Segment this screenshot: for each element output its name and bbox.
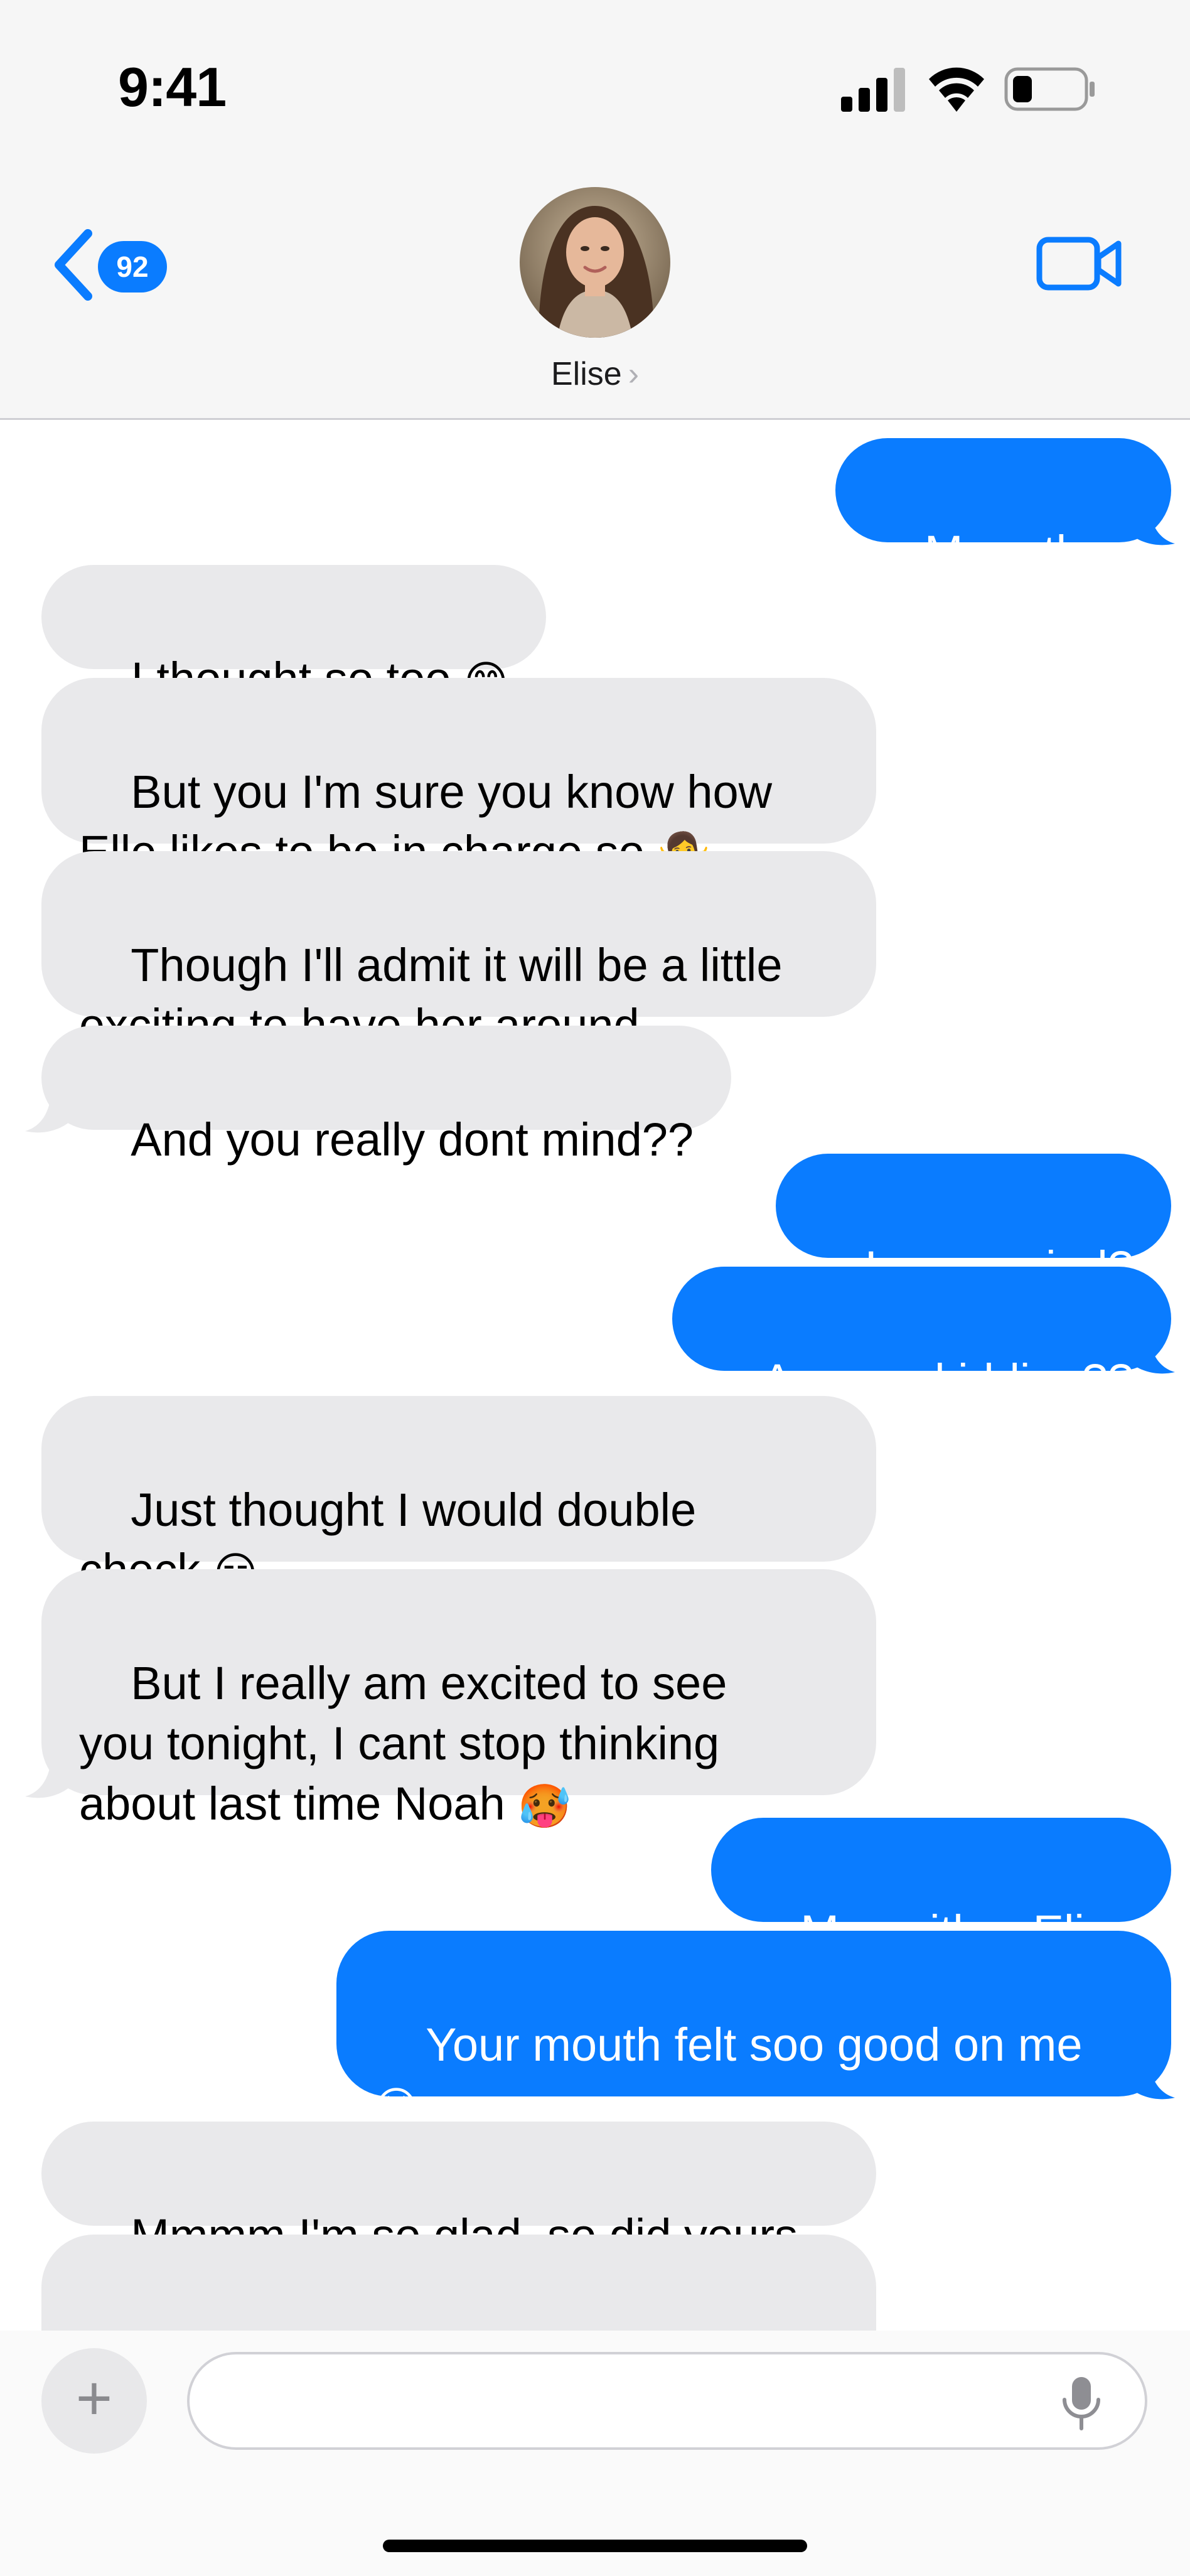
outgoing-message[interactable]: Your mouth felt soo good on me 😫 bbox=[336, 1931, 1171, 2130]
bubble-tail bbox=[25, 1755, 69, 1798]
video-camera-icon[interactable] bbox=[1036, 233, 1123, 294]
back-button[interactable]: 92 bbox=[50, 227, 176, 303]
emoji-hot-face: 🥵 bbox=[518, 1782, 571, 1832]
outgoing-message[interactable]: More than bbox=[835, 438, 1171, 578]
microphone-icon[interactable] bbox=[1059, 2375, 1103, 2432]
incoming-message[interactable]: But I really am excited to see you tonig… bbox=[41, 1569, 876, 1830]
conversation-header: 92 Elise › bbox=[0, 157, 1190, 420]
incoming-message[interactable]: And you really dont mind?? bbox=[41, 1026, 732, 1166]
wifi-icon bbox=[929, 67, 984, 112]
message-input[interactable] bbox=[221, 2373, 1039, 2431]
compose-bar: + bbox=[0, 2331, 1190, 2576]
incoming-message[interactable]: But knowing Elle I think she would feel … bbox=[41, 2235, 876, 2331]
bubble-tail bbox=[1131, 502, 1175, 545]
message-thread[interactable]: More than I thought so too 😊 But you I'm… bbox=[0, 419, 1190, 2331]
status-bar: 9:41 bbox=[0, 0, 1190, 157]
message-text: More than bbox=[924, 526, 1134, 578]
outgoing-message[interactable]: Lmao, mind? bbox=[775, 1154, 1171, 1294]
incoming-message[interactable]: But you I'm sure you know how Elle likes… bbox=[41, 678, 876, 878]
plus-icon: + bbox=[75, 2363, 113, 2434]
incoming-message[interactable]: Mmmm I'm so glad, so did yours bbox=[41, 2122, 876, 2262]
chevron-right-icon: › bbox=[628, 356, 640, 392]
outgoing-message[interactable]: Me neither Elise bbox=[711, 1818, 1171, 1958]
contact-photo bbox=[520, 187, 670, 338]
bubble-tail bbox=[25, 1090, 69, 1133]
incoming-message[interactable]: Just thought I would double check 😏 bbox=[41, 1396, 876, 1596]
status-time: 9:41 bbox=[118, 56, 227, 118]
incoming-message[interactable]: I thought so too 😊 bbox=[41, 565, 546, 705]
outgoing-message[interactable]: Are you kidding?? bbox=[672, 1267, 1171, 1407]
chevron-left-icon bbox=[55, 229, 92, 301]
bubble-tail bbox=[1131, 1331, 1175, 1374]
bubble-tail bbox=[1131, 2056, 1175, 2100]
apps-plus-button[interactable]: + bbox=[41, 2348, 147, 2454]
incoming-message[interactable]: Though I'll admit it will be a little ex… bbox=[41, 851, 876, 1051]
signal-icon bbox=[841, 68, 905, 112]
unread-count-badge: 92 bbox=[98, 241, 167, 292]
message-text: Your mouth felt soo good on me bbox=[426, 2019, 1083, 2071]
contact-avatar[interactable] bbox=[520, 187, 670, 338]
message-text: And you really dont mind?? bbox=[131, 1114, 694, 1166]
message-text: But knowing Elle I think she would feel … bbox=[79, 2322, 701, 2331]
home-indicator bbox=[383, 2540, 807, 2552]
message-text: But I really am excited to see you tonig… bbox=[79, 1657, 727, 1830]
contact-name-button[interactable]: Elise › bbox=[0, 355, 1190, 393]
message-input-container[interactable] bbox=[187, 2352, 1147, 2450]
contact-name: Elise bbox=[550, 356, 622, 392]
battery-icon bbox=[1004, 67, 1095, 111]
